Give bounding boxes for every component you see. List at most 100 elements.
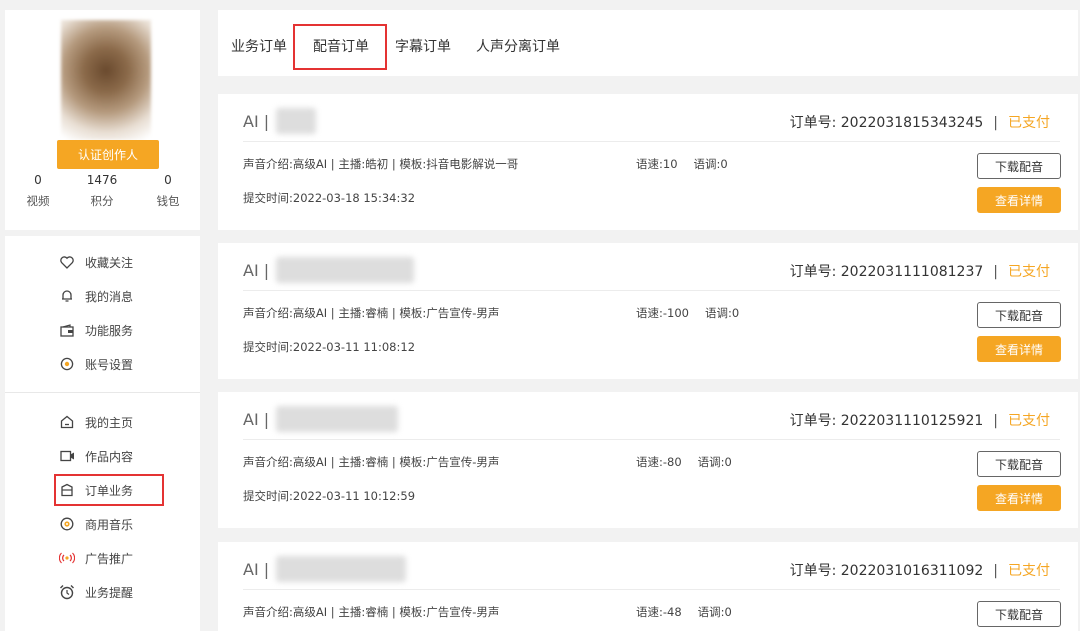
voice-description: 声音介绍:高级AI | 主播:睿楠 | 模板:广告宣传-男声 <box>243 605 500 619</box>
sidebar-menu: 收藏关注 我的消息 功能服务 账号设置 我的主页 作品内容 订单业务 商用音乐 … <box>5 236 200 631</box>
download-dubbing-button[interactable]: 下载配音 <box>977 451 1061 477</box>
pitch-value: 语调:0 <box>693 157 728 171</box>
order-number-value: 2022031815343245 <box>840 115 984 131</box>
order-number-value: 2022031110125921 <box>840 413 984 429</box>
tab-dubbing-orders[interactable]: 配音订单 <box>293 24 387 70</box>
order-card: AI | 订单号: 2022031815343245 | 已支付 声音介绍:高级AI… <box>218 94 1078 230</box>
pitch-value: 语调:0 <box>704 306 740 320</box>
sidebar-item-label: 功能服务 <box>85 323 134 338</box>
order-separator: | <box>993 264 998 280</box>
sidebar-item-orders[interactable]: 订单业务 <box>53 474 165 506</box>
speed-value: 语速:-100 <box>636 306 689 320</box>
sidebar-item-services[interactable]: 功能服务 <box>59 319 133 341</box>
status-badge: 已支付 <box>1008 413 1050 429</box>
speed-value: 语速:10 <box>636 157 678 171</box>
stat-value: 0 <box>164 173 172 187</box>
order-icon <box>59 482 75 498</box>
order-title-prefix: AI <box>243 112 259 131</box>
status-badge: 已支付 <box>1008 264 1050 280</box>
stat-wallet[interactable]: 0 钱包 <box>138 171 198 209</box>
bell-icon <box>59 288 75 304</box>
order-title-name-blurred <box>276 556 406 582</box>
order-card: AI | 订单号: 2022031110125921 | 已支付 声音介绍:高级AI… <box>218 392 1078 528</box>
order-number-value: 2022031016311092 <box>840 563 984 579</box>
sidebar-item-favorites[interactable]: 收藏关注 <box>59 251 133 273</box>
alarm-icon <box>59 584 75 600</box>
order-number-label: 订单号: <box>789 413 837 429</box>
sidebar-item-business-reminder[interactable]: 业务提醒 <box>59 581 133 603</box>
pitch-value: 语调:0 <box>697 455 732 469</box>
voice-description: 声音介绍:高级AI | 主播:皓初 | 模板:抖音电影解说一哥 <box>243 157 519 171</box>
sidebar-item-label: 业务提醒 <box>85 585 134 600</box>
sidebar-item-label: 订单业务 <box>85 483 134 498</box>
order-title-separator: | <box>263 560 270 579</box>
broadcast-icon <box>59 550 75 566</box>
download-dubbing-button[interactable]: 下载配音 <box>977 601 1061 627</box>
voice-description: 声音介绍:高级AI | 主播:睿楠 | 模板:广告宣传-男声 <box>243 306 500 320</box>
divider <box>243 589 1060 590</box>
order-title-name-blurred <box>276 257 414 283</box>
view-details-button[interactable]: 查看详情 <box>977 336 1061 362</box>
tab-business-orders[interactable]: 业务订单 <box>231 36 287 56</box>
view-details-button[interactable]: 查看详情 <box>977 485 1061 511</box>
certify-creator-button[interactable]: 认证创作人 <box>57 140 159 169</box>
sidebar-item-commercial-music[interactable]: 商用音乐 <box>59 513 133 535</box>
order-title-name-blurred <box>276 406 398 432</box>
view-details-button[interactable]: 查看详情 <box>977 187 1061 213</box>
sidebar-item-label: 商用音乐 <box>85 517 134 532</box>
tab-vocal-separation-orders[interactable]: 人声分离订单 <box>476 36 560 56</box>
order-number: 订单号: 2022031016311092 | 已支付 <box>790 560 1050 580</box>
speed-pitch: 语速:-100 语调:0 <box>636 305 755 321</box>
status-badge: 已支付 <box>1008 563 1050 579</box>
wallet-icon <box>59 322 75 338</box>
pitch-value: 语调:0 <box>697 605 732 619</box>
order-title-prefix: AI <box>243 410 259 429</box>
order-number-value: 2022031111081237 <box>840 264 984 280</box>
stat-points[interactable]: 1476 积分 <box>72 171 132 209</box>
voice-description: 声音介绍:高级AI | 主播:睿楠 | 模板:广告宣传-男声 <box>243 455 500 469</box>
order-title: AI | <box>243 410 269 429</box>
sidebar-item-messages[interactable]: 我的消息 <box>59 285 133 307</box>
divider <box>243 290 1060 291</box>
home-icon <box>59 414 75 430</box>
order-title-prefix: AI <box>243 261 259 280</box>
download-dubbing-button[interactable]: 下载配音 <box>977 153 1061 179</box>
order-title-separator: | <box>263 410 270 429</box>
video-icon <box>59 448 75 464</box>
sidebar-item-homepage[interactable]: 我的主页 <box>59 411 133 433</box>
sidebar-item-label: 广告推广 <box>85 551 134 566</box>
order-title-name-blurred <box>276 108 316 134</box>
order-title-prefix: AI <box>243 560 259 579</box>
submit-time: 提交时间:2022-03-18 15:34:32 <box>243 191 416 205</box>
order-separator: | <box>993 563 998 579</box>
order-number: 订单号: 2022031111081237 | 已支付 <box>790 261 1050 281</box>
speed-pitch: 语速:-48 语调:0 <box>636 604 748 620</box>
sidebar-item-label: 收藏关注 <box>85 255 134 270</box>
menu-divider <box>5 392 200 393</box>
speed-pitch: 语速:-80 语调:0 <box>636 454 748 470</box>
order-number-label: 订单号: <box>789 563 837 579</box>
profile-card: 认证创作人 0 视频 1476 积分 0 钱包 <box>5 10 200 230</box>
divider <box>243 439 1060 440</box>
stat-videos[interactable]: 0 视频 <box>8 171 68 209</box>
order-card: AI | 订单号: 2022031016311092 | 已支付 声音介绍:高级AI… <box>218 542 1078 631</box>
order-title: AI | <box>243 560 269 579</box>
submit-time: 提交时间:2022-03-11 10:12:59 <box>243 489 416 503</box>
download-dubbing-button[interactable]: 下载配音 <box>977 302 1061 328</box>
sidebar-item-label: 账号设置 <box>85 357 134 372</box>
stat-label: 钱包 <box>156 194 180 208</box>
sidebar-item-account-settings[interactable]: 账号设置 <box>59 353 133 375</box>
avatar[interactable] <box>61 20 151 140</box>
order-title: AI | <box>243 261 269 280</box>
order-tabs: 业务订单 配音订单 字幕订单 人声分离订单 <box>218 10 1078 76</box>
speed-value: 语速:-48 <box>636 605 682 619</box>
order-number-label: 订单号: <box>789 264 837 280</box>
order-title-separator: | <box>263 261 270 280</box>
sidebar-item-ad-promotion[interactable]: 广告推广 <box>59 547 133 569</box>
sidebar-item-works[interactable]: 作品内容 <box>59 445 133 467</box>
stat-label: 视频 <box>26 194 50 208</box>
order-number: 订单号: 2022031110125921 | 已支付 <box>790 410 1050 430</box>
order-title-separator: | <box>263 112 270 131</box>
stat-value: 0 <box>34 173 42 187</box>
tab-subtitle-orders[interactable]: 字幕订单 <box>395 36 451 56</box>
